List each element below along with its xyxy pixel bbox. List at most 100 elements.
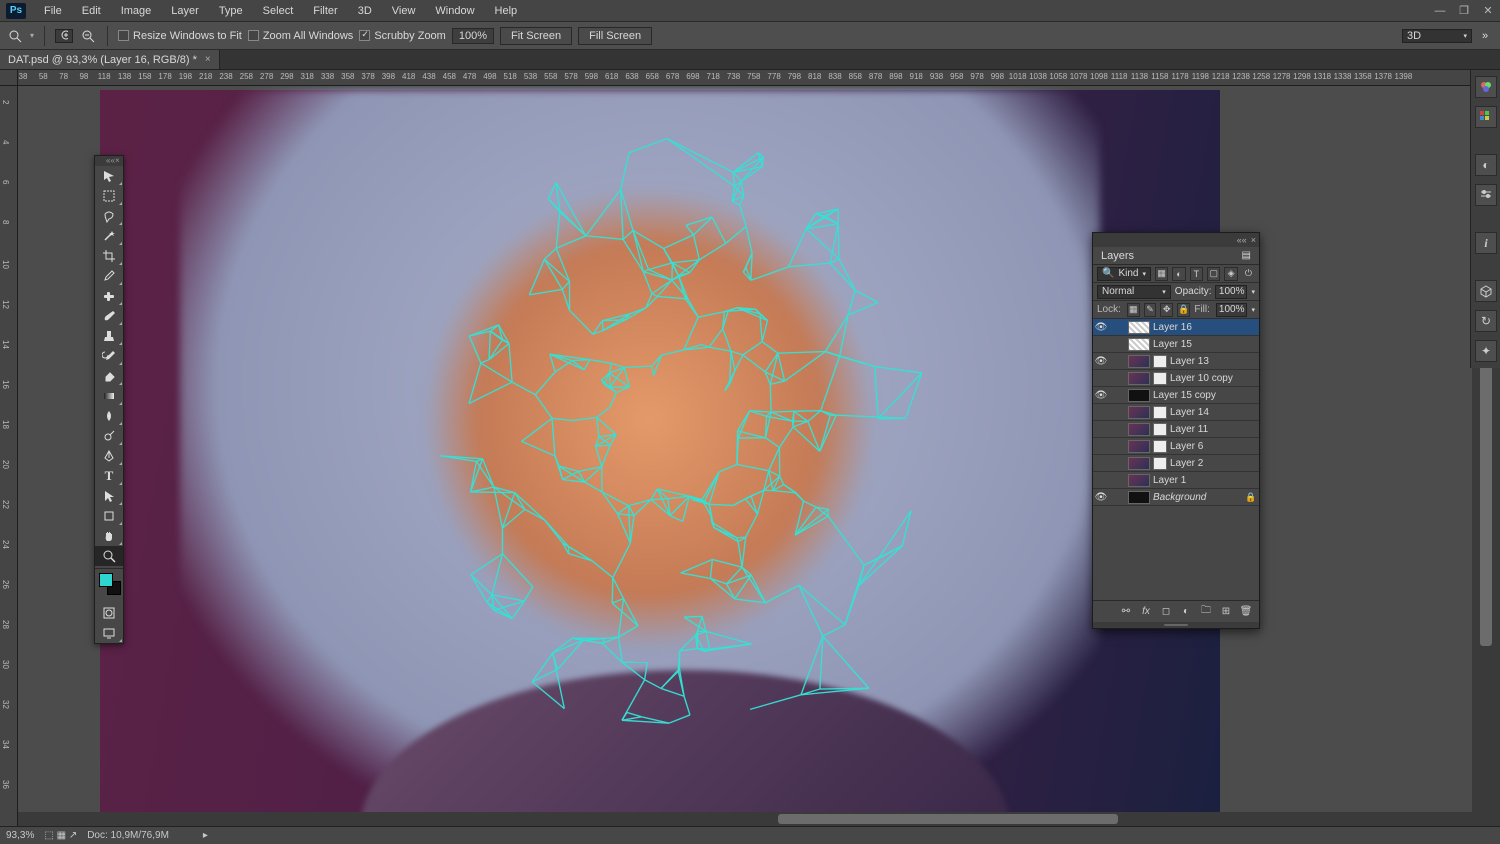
layer-name[interactable]: Layer 15 bbox=[1153, 339, 1259, 350]
crop-tool[interactable] bbox=[95, 246, 123, 266]
filter-type-icon[interactable]: T bbox=[1190, 267, 1203, 281]
zoom-percent-field[interactable]: 100% bbox=[452, 28, 494, 44]
window-restore-button[interactable]: ❐ bbox=[1452, 2, 1476, 20]
info-panel-icon[interactable]: i bbox=[1475, 232, 1497, 254]
ruler-origin[interactable] bbox=[0, 70, 18, 86]
shape-tool[interactable] bbox=[95, 506, 123, 526]
healing-brush-tool[interactable] bbox=[95, 286, 123, 306]
status-icons[interactable]: ⬚ ▦ ↗ bbox=[44, 830, 77, 841]
layer-row[interactable]: Layer 14 bbox=[1093, 404, 1259, 421]
3d-panel-icon[interactable] bbox=[1475, 280, 1497, 302]
menu-type[interactable]: Type bbox=[209, 5, 253, 17]
layer-group-icon[interactable]: 🗀 bbox=[1199, 605, 1213, 619]
window-close-button[interactable]: ✕ bbox=[1476, 2, 1500, 20]
panel-menu-icon[interactable]: ▤ bbox=[1242, 250, 1251, 261]
layer-row[interactable]: Layer 11 bbox=[1093, 421, 1259, 438]
layer-row[interactable]: Layer 10 copy bbox=[1093, 370, 1259, 387]
color-swatches[interactable] bbox=[97, 571, 121, 601]
clone-stamp-tool[interactable] bbox=[95, 326, 123, 346]
layer-row[interactable]: 👁 Layer 16 bbox=[1093, 319, 1259, 336]
history-brush-tool[interactable] bbox=[95, 346, 123, 366]
lock-all-icon[interactable]: 🔒 bbox=[1177, 303, 1190, 317]
zoom-all-checkbox[interactable]: Zoom All Windows bbox=[248, 30, 353, 42]
color-panel-icon[interactable] bbox=[1475, 76, 1497, 98]
menu-select[interactable]: Select bbox=[253, 5, 304, 17]
document-canvas[interactable] bbox=[100, 90, 1220, 826]
eraser-tool[interactable] bbox=[95, 366, 123, 386]
menu-image[interactable]: Image bbox=[111, 5, 162, 17]
new-layer-icon[interactable]: ⊞ bbox=[1219, 605, 1233, 619]
layer-visibility-toggle[interactable]: 👁 bbox=[1093, 390, 1109, 401]
menu-filter[interactable]: Filter bbox=[303, 5, 347, 17]
layer-row[interactable]: Layer 6 bbox=[1093, 438, 1259, 455]
layer-row[interactable]: 👁 Layer 13 bbox=[1093, 353, 1259, 370]
layer-thumbnail[interactable] bbox=[1128, 491, 1150, 504]
magic-wand-tool[interactable] bbox=[95, 226, 123, 246]
foreground-swatch[interactable] bbox=[99, 573, 113, 587]
layer-row[interactable]: Layer 15 bbox=[1093, 336, 1259, 353]
layer-mask-icon[interactable]: ◻ bbox=[1159, 605, 1173, 619]
fill-screen-button[interactable]: Fill Screen bbox=[578, 27, 652, 45]
lasso-tool[interactable] bbox=[95, 206, 123, 226]
layer-mask-thumbnail[interactable] bbox=[1153, 372, 1167, 385]
layer-thumbnail[interactable] bbox=[1128, 406, 1150, 419]
filter-toggle[interactable]: ⏻ bbox=[1242, 267, 1255, 281]
layer-name[interactable]: Layer 15 copy bbox=[1153, 390, 1259, 401]
adjustment-layer-icon[interactable]: ◐ bbox=[1179, 605, 1193, 619]
window-minimize-button[interactable]: — bbox=[1428, 2, 1452, 20]
status-zoom[interactable]: 93,3% bbox=[6, 830, 34, 841]
fit-screen-button[interactable]: Fit Screen bbox=[500, 27, 572, 45]
properties-panel-icon[interactable] bbox=[1475, 184, 1497, 206]
layer-mask-thumbnail[interactable] bbox=[1153, 440, 1167, 453]
adjustments-panel-icon[interactable]: ◐ bbox=[1475, 154, 1497, 176]
layer-thumbnail[interactable] bbox=[1128, 372, 1150, 385]
lock-position-icon[interactable]: ✥ bbox=[1160, 303, 1173, 317]
menu-3d[interactable]: 3D bbox=[348, 5, 382, 17]
dodge-tool[interactable] bbox=[95, 426, 123, 446]
resize-windows-checkbox[interactable]: Resize Windows to Fit bbox=[118, 30, 242, 42]
zoom-in-button[interactable] bbox=[55, 29, 73, 43]
filter-adjust-icon[interactable]: ◐ bbox=[1172, 267, 1185, 281]
fill-field[interactable]: 100% bbox=[1216, 303, 1248, 317]
horizontal-scrollbar[interactable] bbox=[18, 812, 1472, 826]
lock-pixels-icon[interactable]: ✎ bbox=[1144, 303, 1157, 317]
close-panel-icon[interactable]: × bbox=[1251, 235, 1256, 245]
tools-palette-header[interactable]: ««× bbox=[95, 156, 123, 166]
scrubby-zoom-checkbox[interactable]: Scrubby Zoom bbox=[359, 30, 446, 42]
dropdown-caret-icon[interactable]: ▾ bbox=[30, 31, 34, 40]
menu-help[interactable]: Help bbox=[485, 5, 528, 17]
marquee-tool[interactable] bbox=[95, 186, 123, 206]
move-tool[interactable] bbox=[95, 166, 123, 186]
menu-view[interactable]: View bbox=[382, 5, 426, 17]
horizontal-scrollbar-thumb[interactable] bbox=[778, 814, 1118, 824]
refresh-panel-icon[interactable]: ↻ bbox=[1475, 310, 1497, 332]
layers-panel[interactable]: ««× Layers▤ 🔍Kind▾ ▦ ◐ T ▢ ◈ ⏻ Normal▾ O… bbox=[1092, 232, 1260, 629]
menu-edit[interactable]: Edit bbox=[72, 5, 111, 17]
layer-row[interactable]: Layer 2 bbox=[1093, 455, 1259, 472]
layer-name[interactable]: Layer 13 bbox=[1170, 356, 1259, 367]
layer-row[interactable]: 👁Background🔒 bbox=[1093, 489, 1259, 506]
layer-thumbnail[interactable] bbox=[1128, 474, 1150, 487]
layer-name[interactable]: Layer 2 bbox=[1170, 458, 1259, 469]
quick-mask-button[interactable] bbox=[95, 603, 123, 623]
layer-thumbnail[interactable] bbox=[1128, 355, 1150, 368]
filter-shape-icon[interactable]: ▢ bbox=[1207, 267, 1220, 281]
fill-caret-icon[interactable]: ▾ bbox=[1251, 306, 1255, 314]
layer-thumbnail[interactable] bbox=[1128, 321, 1150, 334]
panel-resize-handle[interactable] bbox=[1093, 622, 1259, 628]
menu-layer[interactable]: Layer bbox=[161, 5, 209, 17]
layer-visibility-toggle[interactable]: 👁 bbox=[1093, 356, 1109, 367]
filter-kind-dropdown[interactable]: 🔍Kind▾ bbox=[1097, 267, 1151, 281]
menu-file[interactable]: File bbox=[34, 5, 72, 17]
layer-visibility-toggle[interactable]: 👁 bbox=[1093, 322, 1109, 333]
link-layers-icon[interactable]: ⚯ bbox=[1119, 605, 1133, 619]
gradient-tool[interactable] bbox=[95, 386, 123, 406]
layer-name[interactable]: Layer 16 bbox=[1153, 322, 1259, 333]
pen-tool[interactable] bbox=[95, 446, 123, 466]
layer-name[interactable]: Layer 6 bbox=[1170, 441, 1259, 452]
opacity-field[interactable]: 100% bbox=[1215, 285, 1247, 299]
layer-name[interactable]: Layer 14 bbox=[1170, 407, 1259, 418]
path-selection-tool[interactable] bbox=[95, 486, 123, 506]
layer-thumbnail[interactable] bbox=[1128, 457, 1150, 470]
layer-row[interactable]: Layer 1 bbox=[1093, 472, 1259, 489]
